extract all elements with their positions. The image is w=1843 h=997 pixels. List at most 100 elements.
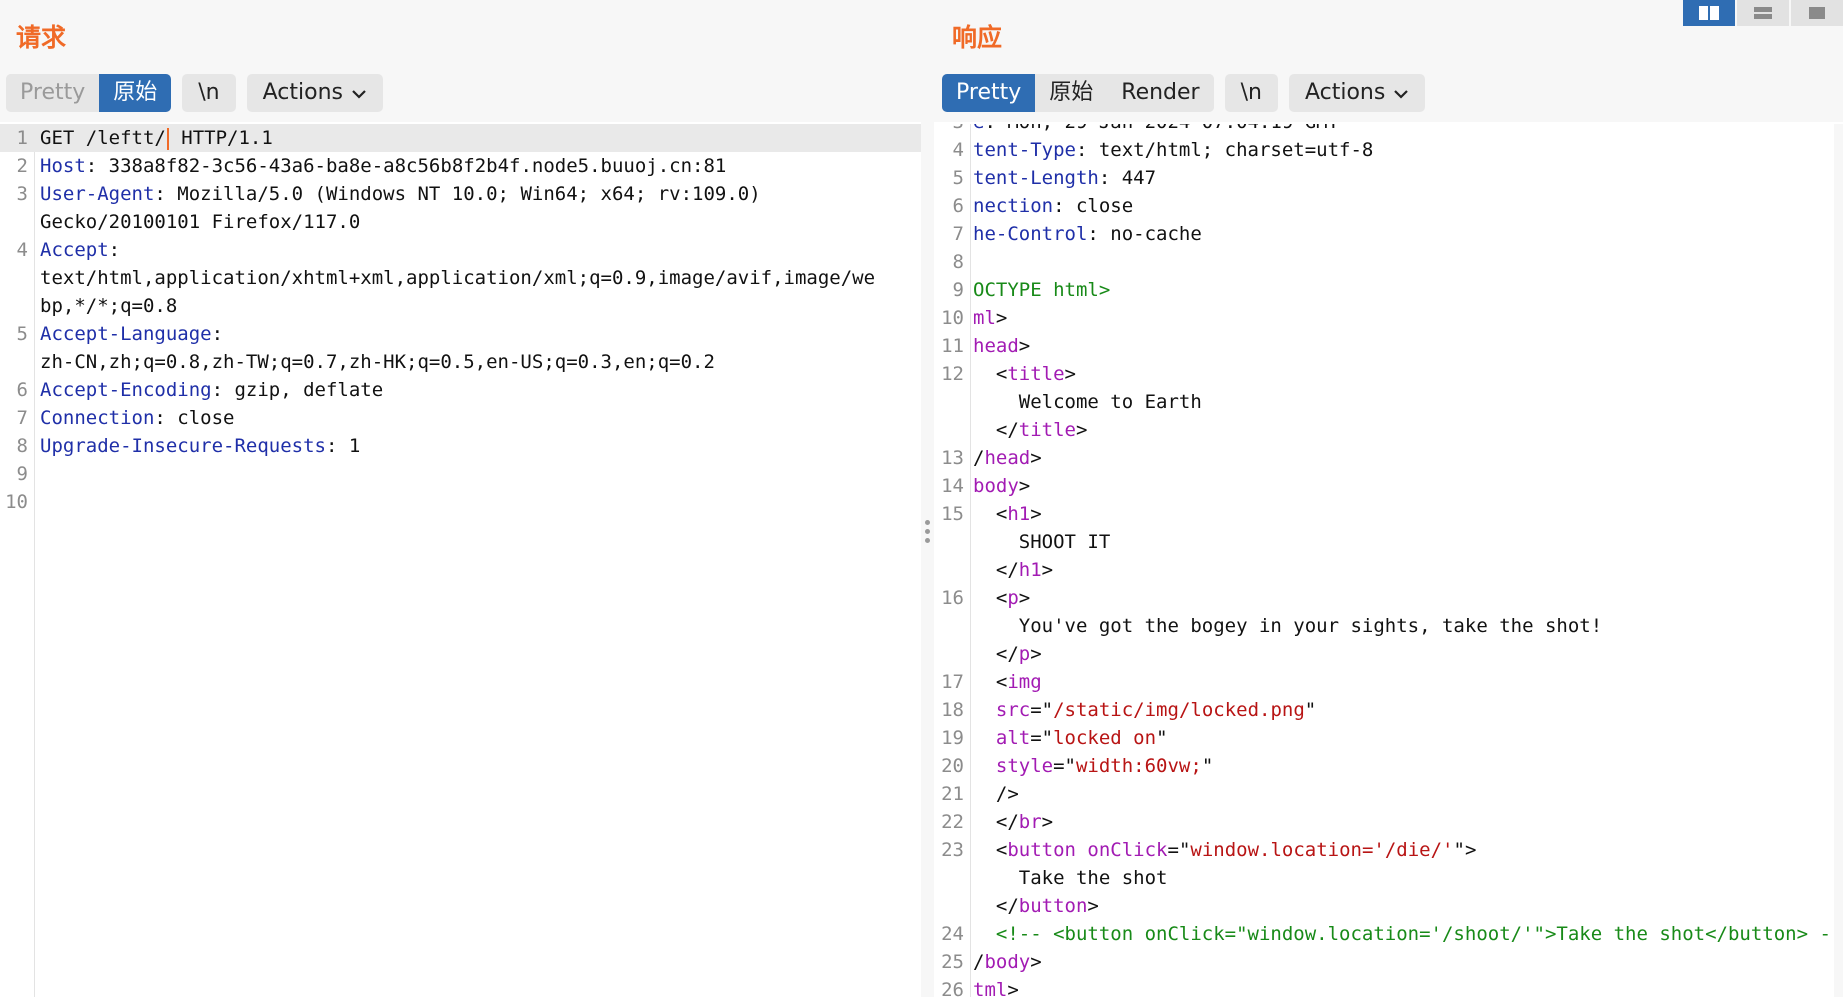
code-line: Gecko/20100101 Firefox/117.0 bbox=[0, 208, 921, 236]
header-value: : close bbox=[154, 407, 235, 429]
code-token: > bbox=[1018, 475, 1031, 497]
header-name: Connection bbox=[40, 407, 155, 429]
code-line: 6 nection: close bbox=[934, 192, 1843, 220]
line-number: 10 bbox=[5, 491, 28, 513]
tag-name: button bbox=[1018, 895, 1088, 917]
line-number: 7 bbox=[952, 223, 964, 245]
tag-name: title bbox=[1007, 363, 1065, 385]
pane-divider-handle[interactable] bbox=[921, 0, 934, 997]
request-header: 请求 Pretty 原始 \n Actions bbox=[0, 0, 921, 122]
request-actions-button[interactable]: Actions bbox=[246, 74, 383, 112]
request-tab-pretty[interactable]: Pretty bbox=[6, 74, 100, 112]
request-editor[interactable]: 1 GET /leftt/ HTTP/1.1 2 Host: 338a8f82-3c5… bbox=[0, 124, 921, 997]
code-line: 21 /> bbox=[934, 780, 1843, 808]
code-token: > bbox=[1075, 419, 1088, 441]
line-number: 24 bbox=[941, 923, 964, 945]
line-text: Upgrade-Insecure-Requests: 1 bbox=[40, 432, 360, 460]
line-text: src="/static/img/locked.png" bbox=[973, 696, 1316, 724]
header-name: Host bbox=[40, 155, 86, 177]
header-value: text/html,application/xhtml+xml,applicat… bbox=[40, 267, 876, 289]
header-name: tent-Length bbox=[973, 167, 1099, 189]
code-line: 24 <!-- <button onClick="window.location… bbox=[934, 920, 1843, 948]
line-text: tml> bbox=[973, 976, 1019, 997]
code-token: < bbox=[973, 503, 1008, 525]
tag-name: onClick bbox=[1087, 839, 1168, 861]
code-line: Welcome to Earth bbox=[934, 388, 1843, 416]
line-text: Accept-Encoding: gzip, deflate bbox=[40, 376, 383, 404]
response-header: 响应 Pretty 原始 Render \n Actions bbox=[934, 0, 1843, 122]
line-number: 6 bbox=[952, 195, 964, 217]
line-number: 4 bbox=[16, 239, 28, 261]
line-text: alt="locked on" bbox=[973, 724, 1168, 752]
code-token: /> bbox=[973, 783, 1019, 805]
response-editor[interactable]: 3e: Mon, 29 Jan 2024 07:04:19 GMT4tent-T… bbox=[934, 124, 1843, 997]
code-line: bp,*/*;q=0.8 bbox=[0, 292, 921, 320]
code-token: : Mon, 29 Jan 2024 07:04:19 GMT bbox=[984, 124, 1339, 133]
layout-single-pane-button[interactable] bbox=[1791, 0, 1843, 26]
code-line: 17 <img bbox=[934, 668, 1843, 696]
request-view-tabs: Pretty 原始 bbox=[6, 74, 172, 112]
request-title: 请求 bbox=[16, 23, 67, 52]
line-text: Accept-Language: bbox=[40, 320, 223, 348]
layout-split-vertical-button[interactable] bbox=[1737, 0, 1789, 26]
line-number: 11 bbox=[941, 335, 964, 357]
tag-name: head bbox=[984, 447, 1031, 469]
line-text: <p> bbox=[973, 584, 1030, 612]
line-number: 17 bbox=[941, 671, 964, 693]
line-text: Host: 338a8f82-3c56-43a6-ba8e-a8c56b8f2b… bbox=[40, 152, 726, 180]
header-name: Accept-Language bbox=[40, 323, 212, 345]
code-token: < bbox=[973, 839, 1008, 861]
layout-split-horizontal-button[interactable] bbox=[1683, 0, 1735, 26]
code-token: > bbox=[1041, 559, 1054, 581]
header-value: bp,*/*;q=0.8 bbox=[40, 295, 178, 317]
response-newline-toggle[interactable]: \n bbox=[1224, 74, 1278, 112]
code-token: / bbox=[973, 951, 985, 973]
line-text: OCTYPE html> bbox=[973, 276, 1110, 304]
attr-value: locked on bbox=[1053, 727, 1157, 749]
response-scrollbar[interactable] bbox=[1834, 124, 1843, 997]
code-line: SHOOT IT bbox=[934, 528, 1843, 556]
tag-name: h1 bbox=[1018, 559, 1042, 581]
code-line: text/html,application/xhtml+xml,applicat… bbox=[0, 264, 921, 292]
code-line: 1 GET /leftt/ HTTP/1.1 bbox=[0, 124, 921, 152]
code-token: < bbox=[973, 587, 1008, 609]
response-actions-button[interactable]: Actions bbox=[1288, 74, 1426, 112]
tag-name: ml bbox=[973, 307, 996, 329]
response-tab-pretty[interactable]: Pretty bbox=[942, 74, 1036, 112]
code-line: 15 <h1> bbox=[934, 500, 1843, 528]
request-actions-label: Actions bbox=[262, 80, 343, 105]
code-token: > bbox=[1064, 363, 1076, 385]
response-tab-raw[interactable]: 原始 bbox=[1035, 74, 1108, 112]
code-token: SHOOT IT bbox=[973, 531, 1111, 553]
code-line: 2 Host: 338a8f82-3c56-43a6-ba8e-a8c56b8f2… bbox=[0, 152, 921, 180]
request-newline-toggle[interactable]: \n bbox=[182, 74, 236, 112]
code-line: 9 OCTYPE html> bbox=[934, 276, 1843, 304]
code-line: 8 bbox=[934, 248, 1843, 276]
code-line: 4 Accept: bbox=[0, 236, 921, 264]
code-line: 20 style="width:60vw;" bbox=[934, 752, 1843, 780]
request-tab-raw[interactable]: 原始 bbox=[99, 74, 172, 112]
request-toolbar: Pretty 原始 \n Actions bbox=[6, 74, 383, 112]
layout-switcher bbox=[1683, 0, 1843, 26]
code-line: 7 he-Control: no-cache bbox=[934, 220, 1843, 248]
line-text: GET /leftt/ HTTP/1.1 bbox=[40, 124, 273, 152]
response-tab-render[interactable]: Render bbox=[1107, 74, 1214, 112]
code-token: > bbox=[1030, 643, 1042, 665]
code-token: =" bbox=[1167, 839, 1191, 861]
code-line: 3 User-Agent: Mozilla/5.0 (Windows NT 10.… bbox=[0, 180, 921, 208]
line-number: 2 bbox=[16, 155, 28, 177]
code-token: < bbox=[973, 671, 1008, 693]
tag-name: alt bbox=[995, 727, 1031, 749]
code-token: " bbox=[1201, 755, 1214, 777]
code-token: > bbox=[1030, 951, 1042, 973]
code-line: 14 body> bbox=[934, 472, 1843, 500]
header-value: : bbox=[108, 239, 121, 261]
line-number: 9 bbox=[16, 463, 28, 485]
code-line: 6 Accept-Encoding: gzip, deflate bbox=[0, 376, 921, 404]
text-cursor bbox=[166, 127, 169, 150]
code-line: 11 head> bbox=[934, 332, 1843, 360]
code-line: 12 <title> bbox=[934, 360, 1843, 388]
line-number: 1 bbox=[16, 127, 28, 149]
